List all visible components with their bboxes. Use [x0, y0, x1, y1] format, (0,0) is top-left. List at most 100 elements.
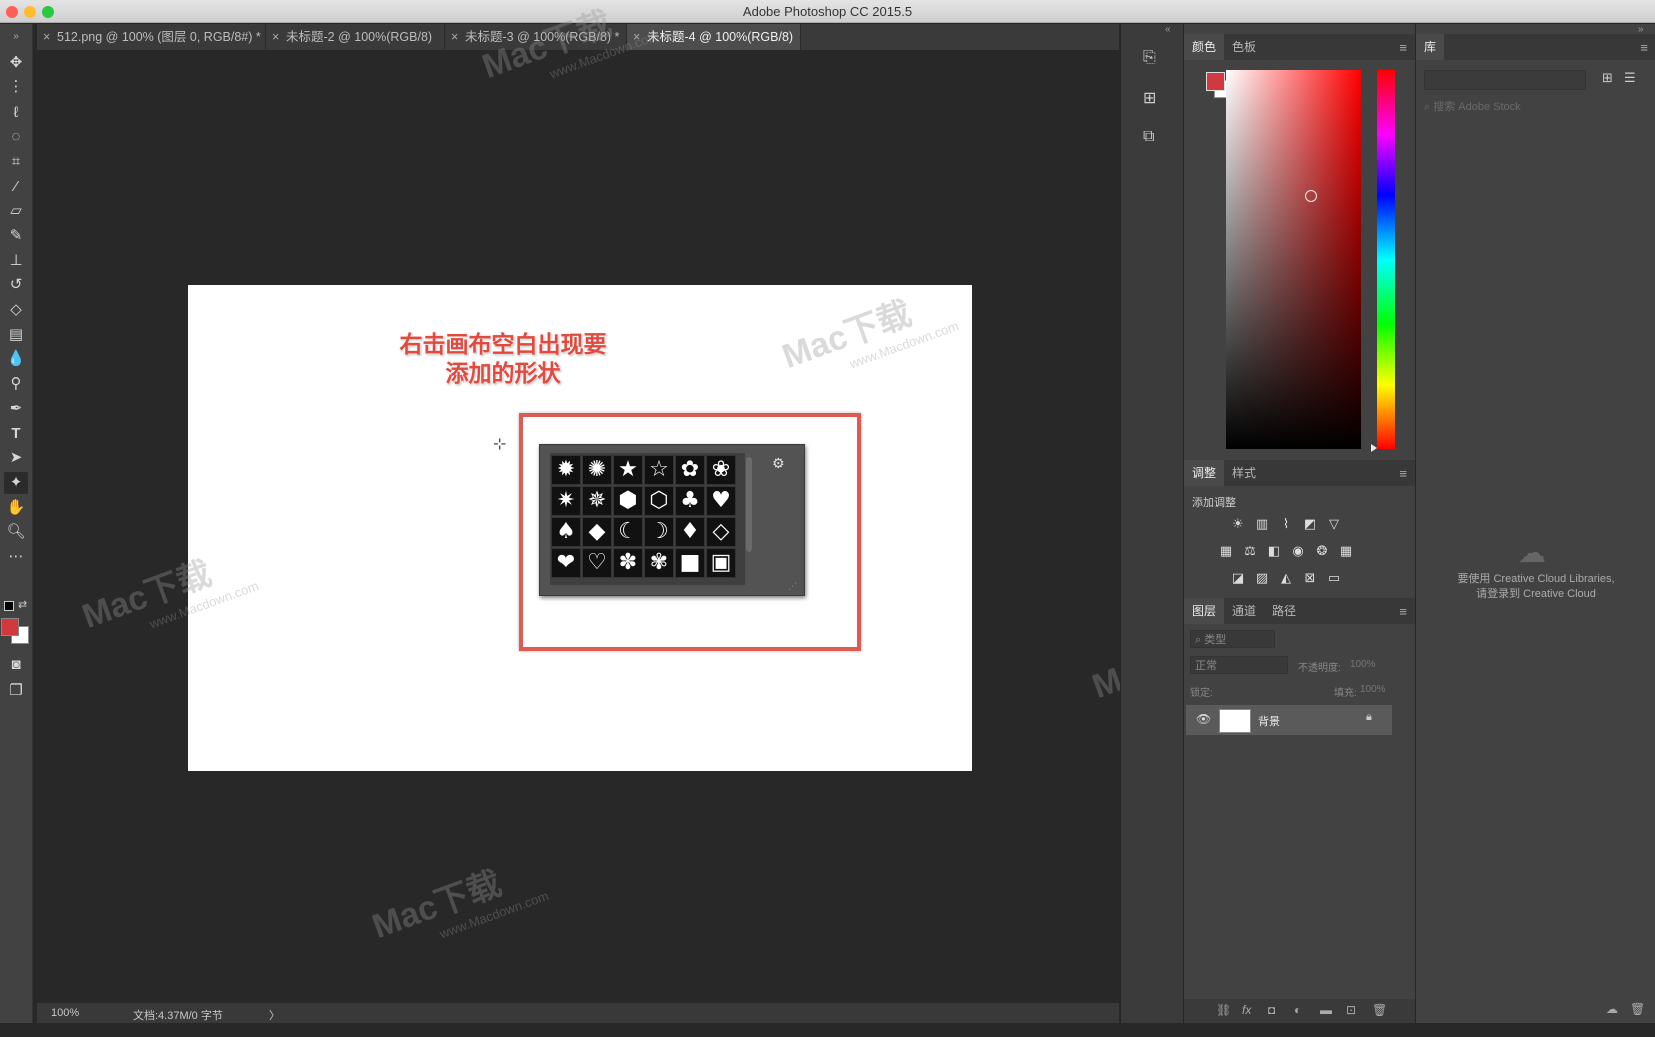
star-5-outline-icon[interactable]: ☆: [644, 455, 674, 485]
cloud-sync-icon[interactable]: ☁: [1606, 1002, 1618, 1016]
burst-12-icon[interactable]: ✹: [551, 455, 581, 485]
tab-paths[interactable]: 路径: [1264, 598, 1304, 624]
history-panel-icon[interactable]: ⎘: [1143, 49, 1156, 67]
screen-mode-icon[interactable]: ❐: [4, 680, 28, 702]
document-info[interactable]: 文档:4.37M/0 字节: [133, 1007, 223, 1023]
diamond-suit-icon[interactable]: ♦: [675, 517, 705, 547]
layer-name[interactable]: 背景: [1258, 713, 1280, 729]
transform-panel-icon[interactable]: ⧉: [1143, 128, 1154, 146]
hue-slider[interactable]: [1377, 70, 1395, 449]
hue-saturation-icon[interactable]: ▦: [1217, 542, 1235, 560]
color-picker-cursor[interactable]: [1305, 190, 1317, 202]
burst-16-icon[interactable]: ✺: [582, 455, 612, 485]
burst-24-icon[interactable]: ✷: [551, 486, 581, 516]
panel-menu-icon[interactable]: ≡: [1399, 604, 1407, 619]
history-brush-tool-icon[interactable]: ↺: [4, 274, 28, 296]
tab-document-3[interactable]: × 未标题-3 @ 100%(RGB/8) *: [445, 24, 627, 50]
burst-ring-icon[interactable]: ✵: [582, 486, 612, 516]
tab-document-2[interactable]: × 未标题-2 @ 100%(RGB/8): [266, 24, 445, 50]
color-balance-icon[interactable]: ⚖: [1241, 542, 1259, 560]
pen-tool-icon[interactable]: ✒: [4, 398, 28, 420]
gradient-tool-icon[interactable]: ▤: [4, 324, 28, 346]
tab-swatches[interactable]: 色板: [1224, 34, 1264, 60]
link-layers-icon[interactable]: ⛓: [1216, 1003, 1231, 1017]
eraser-tool-icon[interactable]: ◇: [4, 299, 28, 321]
crop-tool-icon[interactable]: ⌗: [4, 151, 28, 173]
blend-mode-select[interactable]: 正常: [1190, 656, 1288, 674]
posterize-icon[interactable]: ▨: [1253, 569, 1271, 587]
diamond-outline-icon[interactable]: ◇: [706, 517, 736, 547]
flower-outline-icon[interactable]: ✾: [644, 548, 674, 578]
tab-close-icon[interactable]: ×: [451, 24, 465, 50]
add-mask-icon[interactable]: ◘: [1268, 1003, 1275, 1017]
foreground-color-swatch[interactable]: [1, 618, 19, 636]
diamond-icon[interactable]: ◆: [582, 517, 612, 547]
vibrance-icon[interactable]: ▽: [1325, 515, 1343, 533]
channel-mixer-icon[interactable]: ❂: [1313, 542, 1331, 560]
star-5-icon[interactable]: ★: [613, 455, 643, 485]
opacity-input[interactable]: 100%: [1350, 659, 1376, 670]
more-tools-icon[interactable]: ⋯: [4, 546, 28, 568]
hue-slider-handle[interactable]: [1371, 444, 1377, 452]
status-menu-arrow-icon[interactable]: 〉: [269, 1007, 280, 1023]
panel-menu-icon[interactable]: ≡: [1399, 40, 1407, 55]
library-search-input[interactable]: ⌕ 搜索 Adobe Stock: [1424, 98, 1639, 116]
levels-icon[interactable]: ▥: [1253, 515, 1271, 533]
panel-menu-icon[interactable]: ≡: [1399, 466, 1407, 481]
foreground-color-chip[interactable]: [1206, 72, 1225, 91]
fx-icon[interactable]: fx: [1242, 1003, 1251, 1017]
custom-shape-tool-icon[interactable]: ✦: [4, 472, 28, 494]
library-select[interactable]: [1424, 70, 1586, 90]
new-group-icon[interactable]: ▬: [1320, 1003, 1332, 1017]
selective-color-icon[interactable]: ⊠: [1301, 569, 1319, 587]
color-saturation-field[interactable]: [1226, 70, 1361, 449]
hexagon-icon[interactable]: ⬢: [613, 486, 643, 516]
properties-panel-icon[interactable]: ⊞: [1143, 88, 1156, 108]
curves-icon[interactable]: ⌇: [1277, 515, 1295, 533]
tab-document-1[interactable]: × 512.png @ 100% (图层 0, RGB/8#) *: [37, 24, 266, 50]
tab-channels[interactable]: 通道: [1224, 598, 1264, 624]
quick-mask-icon[interactable]: ◙: [4, 654, 28, 676]
eyedropper-tool-icon[interactable]: ⁄: [4, 176, 28, 198]
tab-close-icon[interactable]: ×: [43, 24, 57, 50]
zoom-tool-icon[interactable]: 🔍︎: [4, 521, 28, 543]
color-lookup-icon[interactable]: ▦: [1337, 542, 1355, 560]
trash-icon[interactable]: 🗑︎: [1372, 1003, 1387, 1017]
tab-color[interactable]: 颜色: [1184, 34, 1225, 60]
lasso-tool-icon[interactable]: ℓ: [4, 102, 28, 124]
tab-close-icon[interactable]: ×: [633, 24, 647, 50]
quick-select-tool-icon[interactable]: ◌: [4, 126, 28, 148]
photo-filter-icon[interactable]: ◉: [1289, 542, 1307, 560]
shape-picker-settings-gear-icon[interactable]: ⚙: [772, 455, 785, 472]
black-white-icon[interactable]: ◧: [1265, 542, 1283, 560]
collapse-arrows-icon[interactable]: «: [1165, 24, 1171, 35]
document-canvas[interactable]: 右击画布空白出现要 添加的形状 ⊹ ✹ ✺ ★ ☆ ✿ ❀ ✷ ✵ ⬢ ⬡ ♣ ♥ ♠ ◆ ☾ ☽ ♦ ◇ ❤ ♡ ✽ ✾…: [188, 285, 972, 771]
healing-brush-tool-icon[interactable]: ▱: [4, 200, 28, 222]
threshold-icon[interactable]: ◭: [1277, 569, 1295, 587]
default-colors-icon[interactable]: [4, 601, 14, 611]
heart-outline-icon[interactable]: ♡: [582, 548, 612, 578]
square-frame-icon[interactable]: ▣: [706, 548, 736, 578]
dodge-tool-icon[interactable]: ⚲: [4, 373, 28, 395]
swap-colors-icon[interactable]: ⇄: [18, 598, 27, 611]
seal-outline-icon[interactable]: ❀: [706, 455, 736, 485]
panel-menu-icon[interactable]: ≡: [1640, 40, 1648, 55]
tab-layers[interactable]: 图层: [1184, 598, 1225, 624]
exposure-icon[interactable]: ◩: [1301, 515, 1319, 533]
spade-icon[interactable]: ♠: [551, 517, 581, 547]
layer-filter-select[interactable]: ⌕ 类型: [1190, 630, 1275, 648]
blur-tool-icon[interactable]: 💧: [4, 348, 28, 370]
tab-library[interactable]: 库: [1416, 34, 1445, 60]
list-view-icon[interactable]: ☰: [1624, 70, 1636, 86]
clone-stamp-tool-icon[interactable]: ⊥: [4, 250, 28, 272]
tab-close-icon[interactable]: ×: [272, 24, 286, 50]
brush-tool-icon[interactable]: ✎: [4, 225, 28, 247]
shape-picker-scrollbar[interactable]: [746, 457, 752, 552]
flower-icon[interactable]: ✽: [613, 548, 643, 578]
panel-collapse-icon[interactable]: »: [4, 26, 28, 48]
tab-styles[interactable]: 样式: [1224, 460, 1264, 486]
tab-adjustments[interactable]: 调整: [1184, 460, 1225, 486]
tab-document-4[interactable]: × 未标题-4 @ 100%(RGB/8): [627, 24, 801, 50]
gradient-map-icon[interactable]: ▭: [1325, 569, 1343, 587]
hexagon-outline-icon[interactable]: ⬡: [644, 486, 674, 516]
